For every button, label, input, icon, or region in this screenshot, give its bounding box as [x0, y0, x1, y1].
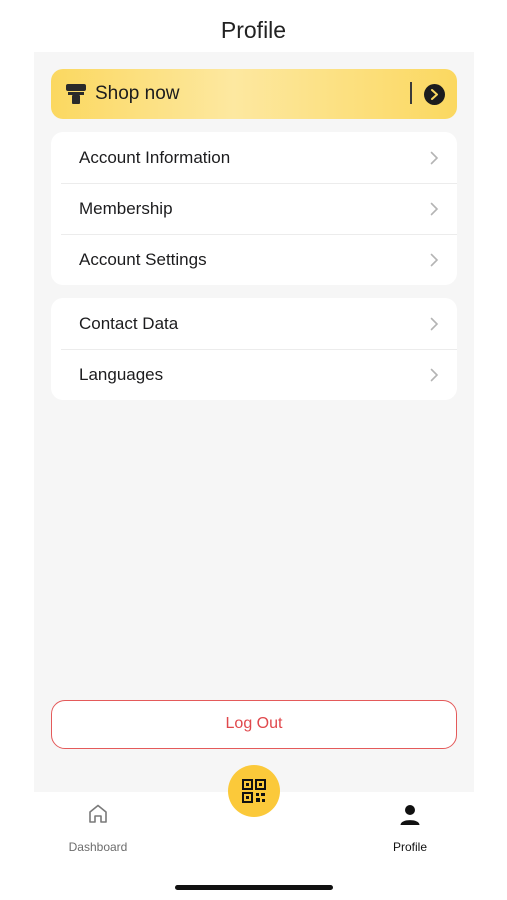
tab-label: Profile — [392, 840, 427, 854]
chevron-right-icon — [430, 202, 439, 216]
shop-now-banner[interactable]: Shop now — [51, 69, 457, 119]
account-menu-group: Account Information Membership Account S… — [51, 132, 457, 285]
tab-label: Dashboard — [68, 840, 128, 854]
tab-dashboard[interactable]: Dashboard — [43, 802, 153, 858]
header: Profile — [0, 0, 507, 52]
person-icon — [398, 802, 422, 826]
qr-scan-button[interactable] — [228, 765, 280, 817]
home-indicator — [175, 885, 333, 890]
storefront-icon — [65, 84, 87, 104]
chevron-right-icon — [430, 317, 439, 331]
logout-button[interactable]: Log Out — [51, 700, 457, 749]
profile-content: Shop now Account Information Membership … — [34, 52, 474, 792]
home-icon — [86, 802, 110, 826]
shop-now-label: Shop now — [95, 83, 180, 104]
menu-item-label: Account Settings — [79, 250, 207, 269]
menu-item-label: Membership — [79, 199, 173, 218]
preferences-menu-group: Contact Data Languages — [51, 298, 457, 400]
menu-item-languages[interactable]: Languages — [51, 349, 457, 400]
arrow-right-circle-icon[interactable] — [424, 84, 445, 105]
banner-divider — [410, 82, 412, 104]
chevron-right-icon — [430, 253, 439, 267]
tab-profile[interactable]: Profile — [355, 802, 465, 858]
menu-item-label: Languages — [79, 365, 164, 384]
chevron-right-icon — [430, 151, 439, 165]
page-title: Profile — [220, 17, 287, 43]
menu-item-membership[interactable]: Membership — [51, 183, 457, 234]
menu-item-contact-data[interactable]: Contact Data — [51, 298, 457, 349]
chevron-right-icon — [430, 368, 439, 382]
menu-item-label: Contact Data — [79, 314, 179, 333]
qr-code-icon — [242, 779, 266, 803]
menu-item-account-settings[interactable]: Account Settings — [51, 234, 457, 285]
menu-item-label: Account Information — [79, 148, 231, 167]
menu-item-account-information[interactable]: Account Information — [51, 132, 457, 183]
